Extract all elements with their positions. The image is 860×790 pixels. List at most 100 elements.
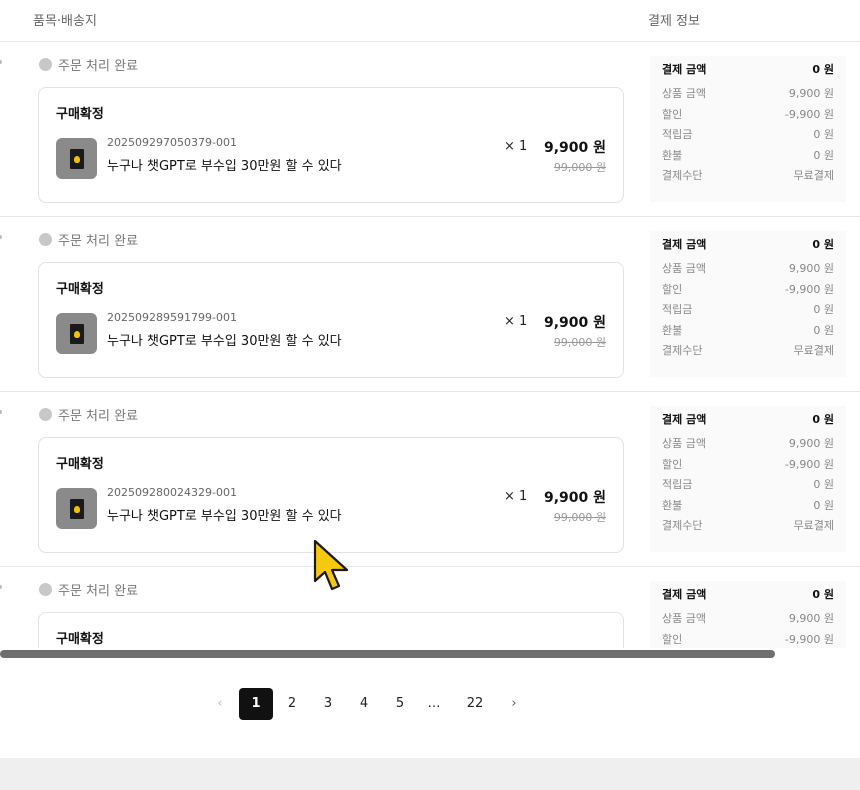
product-thumbnail[interactable] (56, 138, 97, 179)
purchase-confirmed-label: 구매확정 (56, 632, 104, 647)
payment-summary: 결제 금액 0 원 상품 금액 9,900 원 할인 -9,900 원 적립금 0 원 환불 0 … (650, 406, 846, 552)
payment-row: 결제수단 무료결제 (650, 341, 846, 362)
payment-total-label: 결제 금액 (662, 63, 707, 76)
payment-row: 적립금 0 원 (650, 300, 846, 321)
price: 9,900 원 (543, 140, 606, 156)
quantity: × 1 (504, 489, 528, 504)
payment-total-label: 결제 금액 (662, 413, 707, 426)
payment-row: 상품 금액 9,900 원 (650, 434, 846, 455)
order-card[interactable]: 구매확정 (38, 612, 624, 648)
order-card[interactable]: 구매확정 202509297050379-001 누구나 챗GPT로 부수입 30만… (38, 87, 624, 203)
page-button-2[interactable]: 2 (282, 688, 302, 720)
payment-row: 결제수단 무료결제 (650, 166, 846, 187)
payment-row-value: -9,900 원 (784, 282, 834, 296)
payment-row: 환불 0 원 (650, 496, 846, 517)
payment-row: 할인 -9,900 원 (650, 280, 846, 301)
page-button-4[interactable]: 4 (354, 688, 374, 720)
status-dot-icon (39, 583, 52, 596)
status-label: 주문 처리 완료 (58, 409, 139, 424)
payment-row: 할인 -9,900 원 (650, 630, 846, 649)
purchase-confirmed-label: 구매확정 (56, 282, 104, 297)
payment-row-label: 적립금 (662, 128, 693, 141)
order-card[interactable]: 구매확정 202509280024329-001 누구나 챗GPT로 부수입 30만… (38, 437, 624, 553)
page-button-5[interactable]: 5 (390, 688, 410, 720)
status-label: 주문 처리 완료 (58, 234, 139, 249)
payment-row-value: 0 원 (813, 478, 834, 491)
order-card[interactable]: 구매확정 202509289591799-001 누구나 챗GPT로 부수입 30만… (38, 262, 624, 378)
prev-page-button[interactable]: ‹ (212, 688, 228, 720)
orders-scroll-area[interactable]: 주문 처리 완료 구매확정 202509297050379-001 누구나 챗GPT로… (0, 42, 860, 648)
payment-row-value: 0 원 (813, 303, 834, 316)
book-cover-icon (69, 148, 84, 169)
page-button-1[interactable]: 1 (239, 688, 273, 720)
order-block: 주문 처리 완료구매확정 202509280024329-001 누구나 챗GPT로… (0, 392, 860, 567)
payment-row-value: -9,900 원 (784, 632, 834, 646)
list-header: 품목·배송지 결제 정보 (0, 0, 860, 42)
payment-row-label: 결제수단 (662, 519, 703, 532)
status-label: 주문 처리 완료 (58, 59, 139, 74)
payment-row-value: -9,900 원 (784, 107, 834, 121)
payment-total-value: 0 원 (812, 238, 834, 251)
footer-band (0, 758, 860, 790)
payment-row: 할인 -9,900 원 (650, 105, 846, 126)
order-block: 주문 처리 완료 구매확정 결제 금액 0 원 상품 금액 9,900 원 할인 -9,900… (0, 567, 860, 648)
payment-row-value: 무료결제 (793, 519, 834, 532)
payment-row-value: 9,900 원 (788, 437, 834, 450)
payment-row-value: -9,900 원 (784, 457, 834, 471)
payment-row-value: 0 원 (813, 498, 834, 512)
price: 9,900 원 (543, 490, 606, 506)
payment-row-value: 무료결제 (793, 344, 834, 357)
original-price: 99,000 원 (553, 336, 606, 349)
product-thumbnail[interactable] (56, 313, 97, 354)
payment-total-value: 0 원 (812, 413, 834, 426)
payment-row-label: 할인 (662, 107, 683, 121)
payment-row-label: 환불 (662, 323, 683, 337)
order-status: 주문 처리 완료 (39, 405, 138, 424)
product-name[interactable]: 누구나 챗GPT로 부수입 30만원 할 수 있다 (107, 155, 342, 174)
payment-row-value: 무료결제 (793, 169, 834, 182)
status-dot-icon (39, 58, 52, 71)
status-label: 주문 처리 완료 (58, 584, 139, 599)
payment-row-value: 9,900 원 (788, 612, 834, 625)
payment-row-value: 9,900 원 (788, 262, 834, 275)
page-ellipsis: … (427, 696, 441, 711)
page-button-3[interactable]: 3 (318, 688, 338, 720)
payment-row-value: 0 원 (813, 148, 834, 162)
purchase-confirmed-label: 구매확정 (56, 457, 104, 472)
horizontal-scrollbar[interactable] (0, 650, 775, 658)
payment-row-label: 할인 (662, 632, 683, 646)
payment-row: 상품 금액 9,900 원 (650, 84, 846, 105)
edge-marker (0, 585, 2, 589)
product-name[interactable]: 누구나 챗GPT로 부수입 30만원 할 수 있다 (107, 330, 342, 349)
product-name[interactable]: 누구나 챗GPT로 부수입 30만원 할 수 있다 (107, 505, 342, 524)
payment-row: 상품 금액 9,900 원 (650, 609, 846, 630)
payment-row-label: 상품 금액 (662, 87, 706, 100)
order-status: 주문 처리 완료 (39, 55, 138, 74)
payment-row-label: 적립금 (662, 303, 693, 316)
order-status: 주문 처리 완료 (39, 230, 138, 249)
edge-marker (0, 235, 2, 239)
payment-row-value: 0 원 (813, 128, 834, 141)
payment-row-label: 결제수단 (662, 344, 703, 357)
payment-summary: 결제 금액 0 원 상품 금액 9,900 원 할인 -9,900 원 적립금 0 원 환불 0 … (650, 231, 846, 377)
header-item-shipping: 품목·배송지 (33, 14, 97, 29)
payment-summary: 결제 금액 0 원 상품 금액 9,900 원 할인 -9,900 원 (650, 581, 846, 648)
price: 9,900 원 (543, 315, 606, 331)
payment-row-label: 환불 (662, 498, 683, 512)
payment-row-label: 환불 (662, 148, 683, 162)
original-price: 99,000 원 (553, 511, 606, 524)
order-block: 주문 처리 완료구매확정 202509289591799-001 누구나 챗GPT로… (0, 217, 860, 392)
payment-total-value: 0 원 (812, 63, 834, 76)
book-cover-icon (69, 498, 84, 519)
next-page-button[interactable]: › (506, 688, 522, 720)
product-thumbnail[interactable] (56, 488, 97, 529)
status-dot-icon (39, 233, 52, 246)
purchase-confirmed-label: 구매확정 (56, 107, 104, 122)
quantity: × 1 (504, 139, 528, 154)
payment-row: 환불 0 원 (650, 321, 846, 342)
order-number: 202509280024329-001 (107, 486, 237, 499)
payment-row-label: 상품 금액 (662, 262, 706, 275)
page-button-22[interactable]: 22 (460, 688, 490, 720)
pointer-cursor-icon (313, 539, 349, 591)
book-cover-icon (69, 323, 84, 344)
